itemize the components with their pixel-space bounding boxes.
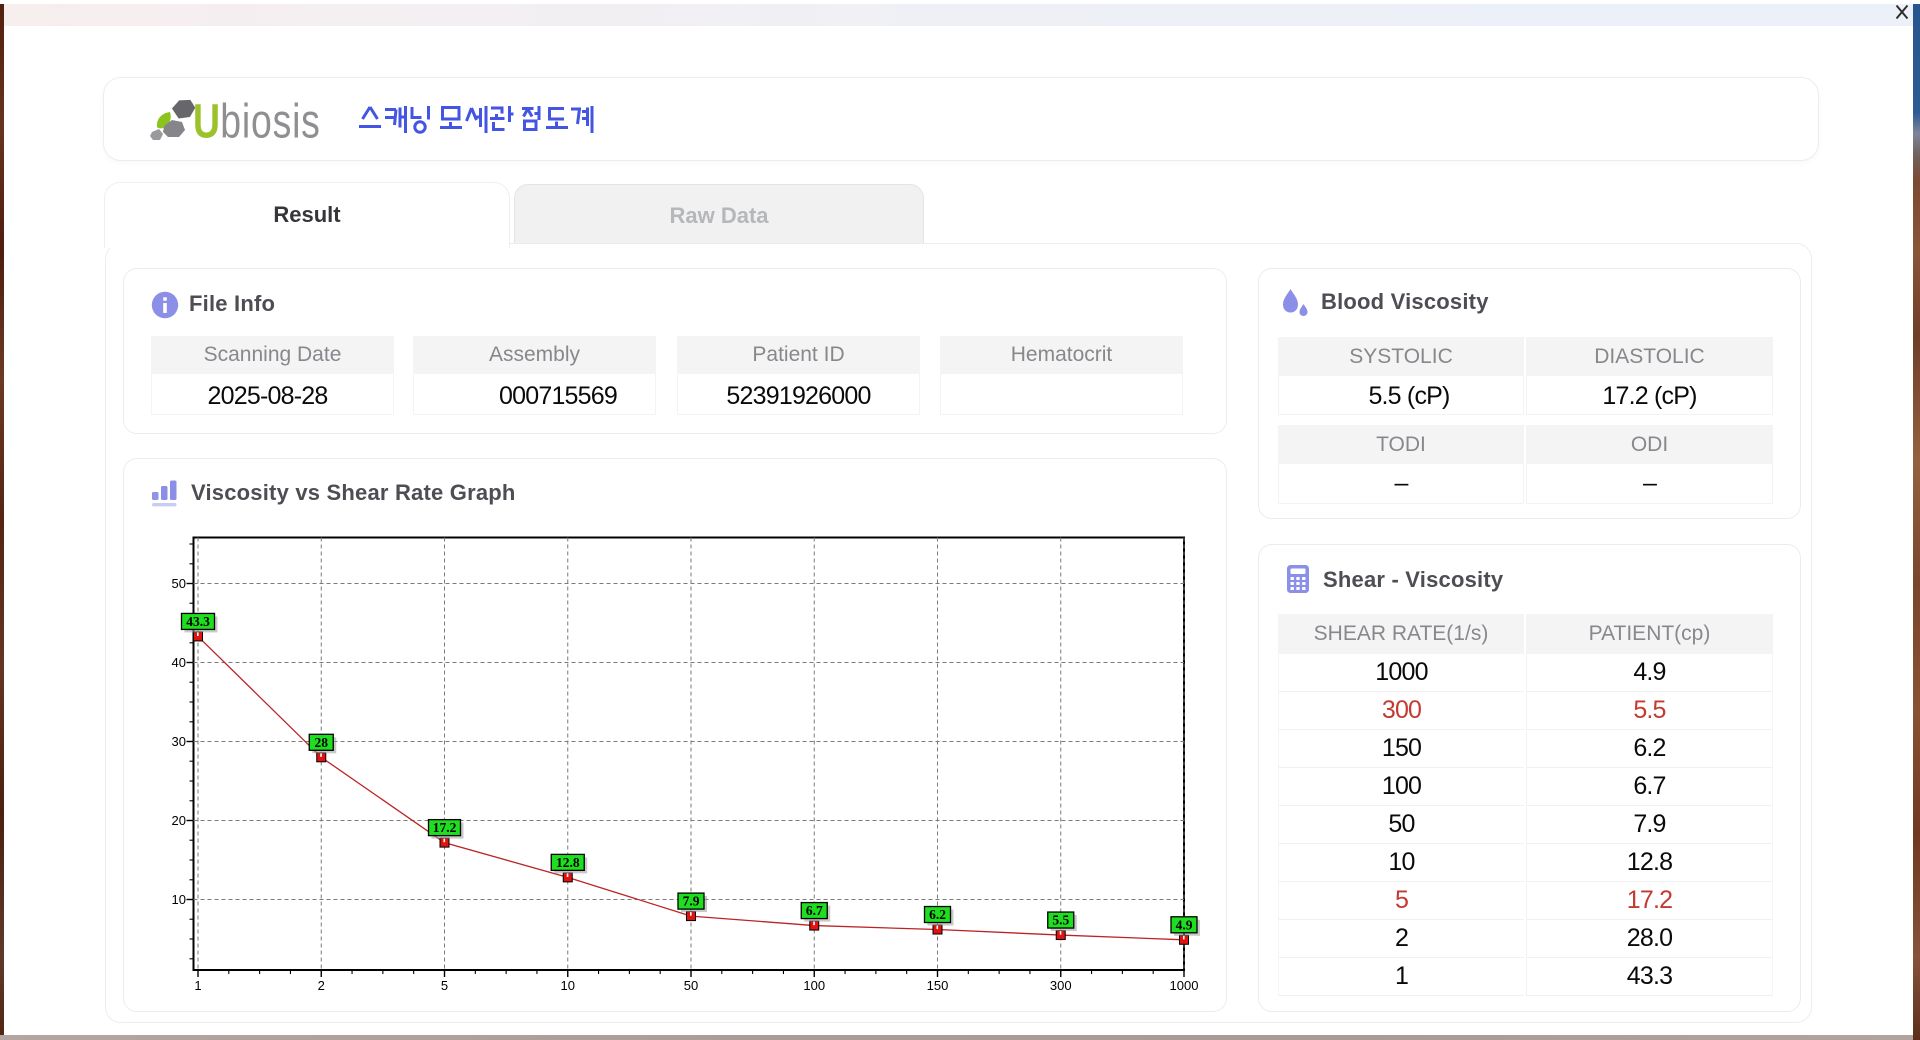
svg-text:5.5: 5.5: [1052, 913, 1069, 928]
svg-text:17.2: 17.2: [433, 820, 457, 835]
svg-text:10: 10: [561, 978, 575, 993]
svg-text:6.2: 6.2: [929, 907, 946, 922]
svg-text:50: 50: [684, 978, 698, 993]
svg-text:12.8: 12.8: [556, 855, 580, 870]
svg-text:1: 1: [194, 978, 201, 993]
svg-text:6.7: 6.7: [806, 903, 823, 918]
svg-text:20: 20: [172, 813, 186, 828]
svg-text:50: 50: [172, 576, 186, 591]
svg-text:100: 100: [803, 978, 825, 993]
svg-text:4.9: 4.9: [1176, 917, 1193, 932]
svg-text:biosis: biosis: [220, 96, 320, 148]
svg-text:2: 2: [318, 978, 325, 993]
svg-text:U: U: [193, 96, 220, 148]
svg-text:40: 40: [172, 655, 186, 670]
svg-text:7.9: 7.9: [683, 894, 700, 909]
svg-text:10: 10: [172, 892, 186, 907]
svg-text:43.3: 43.3: [186, 614, 210, 629]
svg-text:28: 28: [315, 735, 329, 750]
svg-text:150: 150: [927, 978, 949, 993]
svg-text:5: 5: [441, 978, 448, 993]
svg-text:30: 30: [172, 734, 186, 749]
svg-text:300: 300: [1050, 978, 1072, 993]
svg-text:1000: 1000: [1170, 978, 1199, 993]
